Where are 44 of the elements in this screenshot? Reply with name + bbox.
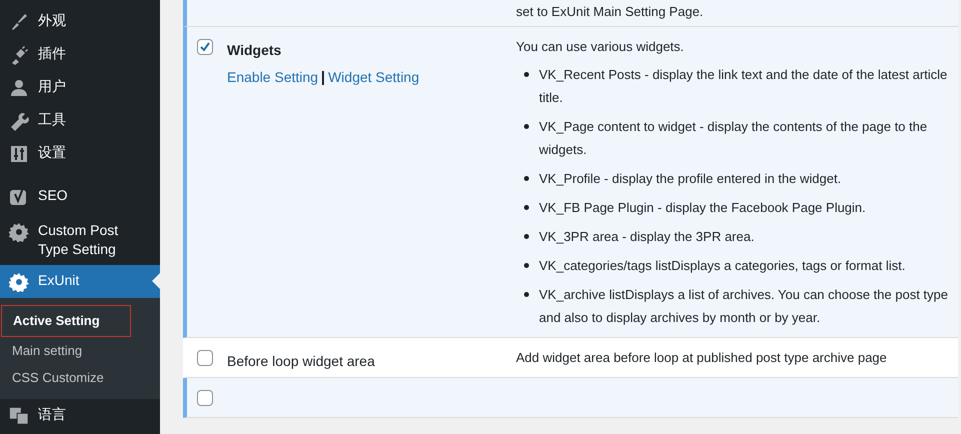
bullet-text: VK_categories/tags listDisplays a categories, tags or format list.	[539, 257, 906, 275]
bullet-icon	[524, 292, 529, 297]
bullet-text: VK_Page content to widget - display the contents of the page to the widgets.	[539, 118, 928, 159]
bullet-text: VK_FB Page Plugin - display the Facebook Page Plugin.	[539, 199, 866, 217]
bullet-icon	[524, 263, 529, 268]
bullet-icon	[524, 72, 529, 77]
menu-item[interactable]: 语言	[0, 398, 160, 432]
setting-description: You can use various widgets.	[516, 38, 685, 56]
sliders-icon	[9, 144, 29, 164]
menu-item[interactable]: 工具	[0, 104, 160, 137]
menu-item[interactable]: ExUnit	[0, 265, 160, 298]
submenu-item[interactable]: CSS Customize	[0, 364, 160, 392]
bullet-text: VK_Profile - display the profile entered in the widget.	[539, 170, 842, 188]
user-icon	[9, 78, 29, 98]
bullet-icon	[524, 124, 529, 129]
setting-description: Add widget area before loop at published post type archive page	[516, 349, 888, 367]
setting-title: Widgets	[227, 41, 282, 60]
bullet-icon	[524, 205, 529, 210]
gear-icon	[9, 222, 29, 242]
translate-icon	[9, 406, 29, 426]
bullet-icon	[524, 234, 529, 239]
menu-item[interactable]: 外观	[0, 5, 160, 38]
checkbox[interactable]	[197, 350, 213, 366]
gear-icon	[9, 272, 29, 292]
checkbox[interactable]	[197, 39, 213, 55]
paintbrush-icon	[9, 12, 29, 32]
submenu-item[interactable]: Active Setting	[1, 305, 131, 336]
setting-link[interactable]: Widget Setting	[328, 67, 420, 88]
current-pointer-icon	[152, 273, 160, 289]
setting-title: Before loop widget area	[227, 352, 376, 371]
menu-item[interactable]: Custom Post Type Setting	[0, 215, 160, 265]
bullet-icon	[524, 176, 529, 181]
wrench-icon	[9, 111, 29, 131]
bullet-text: VK_Recent Posts - display the link text and the date of the latest article title.	[539, 66, 948, 107]
menu-item[interactable]: 插件	[0, 38, 160, 71]
bullet-text: VK_archive listDisplays a list of archives. You can choose the post type and also to display archives by month or by year.	[539, 286, 948, 327]
checkbox[interactable]	[197, 390, 213, 406]
menu-item[interactable]: SEO	[0, 180, 160, 215]
menu-item[interactable]: 用户	[0, 71, 160, 104]
setting-link[interactable]: Enable Setting	[227, 67, 318, 88]
menu-item[interactable]: 设置	[0, 137, 160, 170]
submenu-item[interactable]: Main setting	[0, 336, 160, 364]
bullet-text: VK_3PR area - display the 3PR area.	[539, 228, 754, 246]
setting-description: set to ExUnit Main Setting Page.	[516, 3, 704, 21]
